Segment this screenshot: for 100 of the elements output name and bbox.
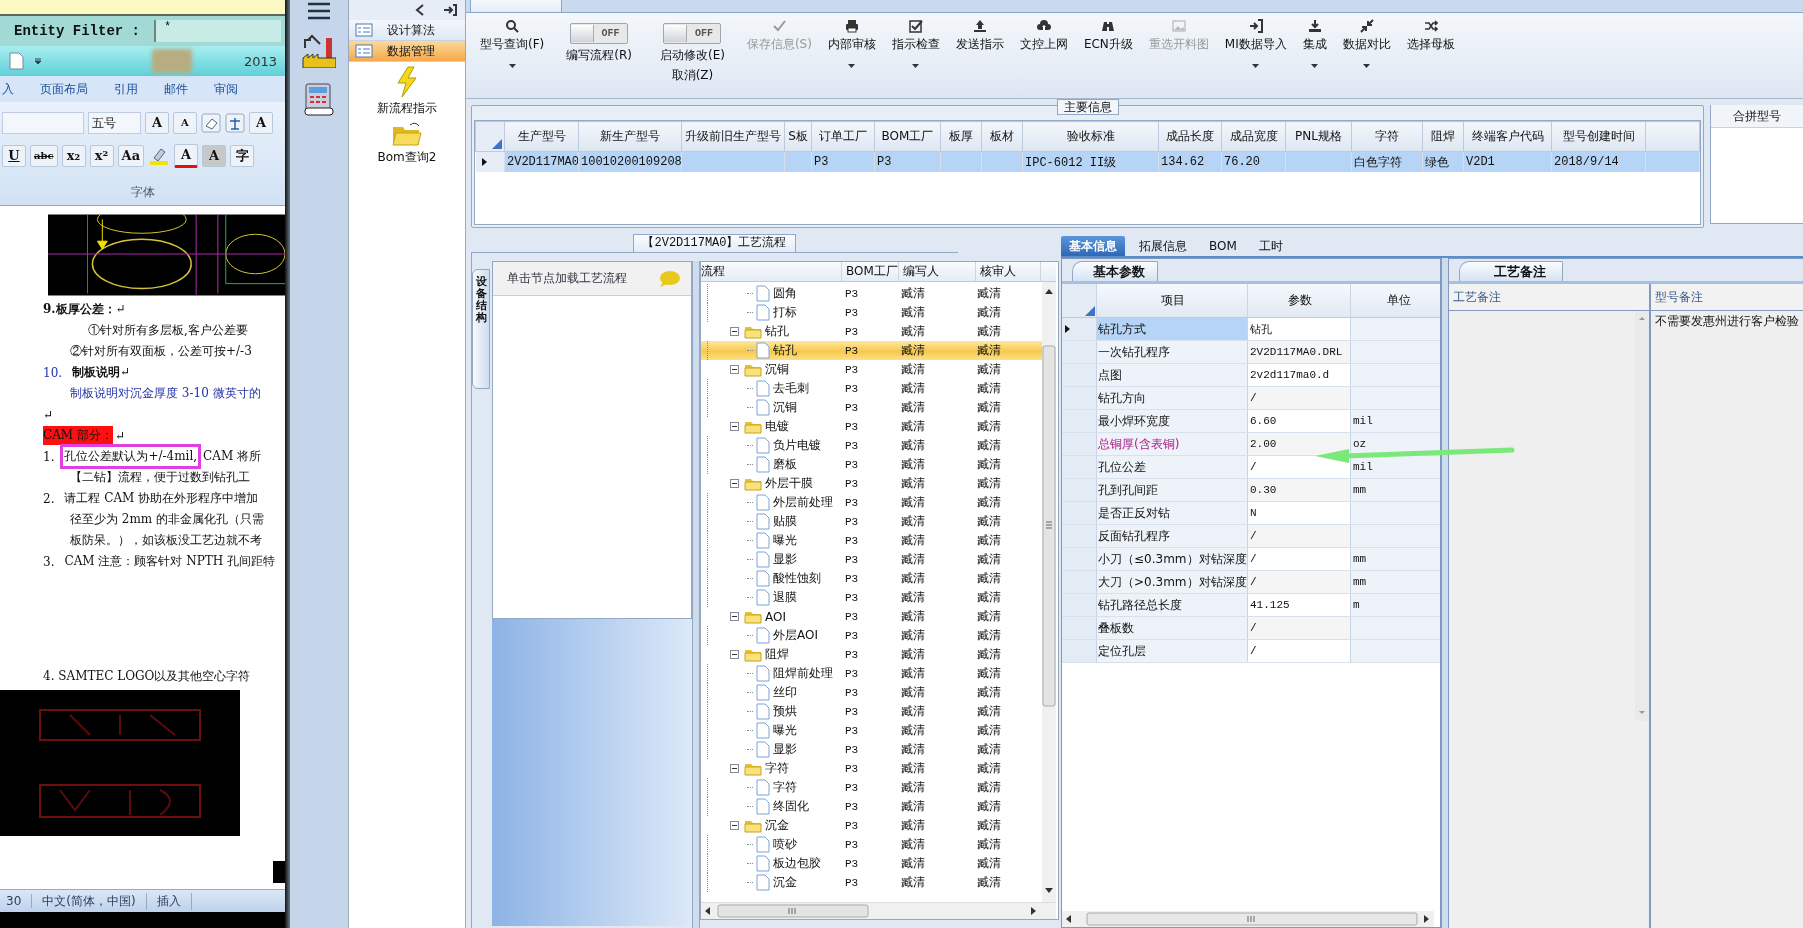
table-row[interactable]: 大刀（>0.3mm）对钻深度 / mm (1062, 571, 1440, 594)
table-row[interactable]: 钻孔方式 钻孔 (1062, 318, 1440, 341)
table-row[interactable]: 反面钻孔程序 / (1062, 525, 1440, 548)
toolbar-button[interactable]: ECN升级 (1083, 17, 1133, 55)
tree-row[interactable]: 显影 P3 臧清 臧清 (701, 550, 1042, 569)
tree-row[interactable]: 打标 P3 臧清 臧清 (701, 303, 1042, 322)
format-button[interactable]: A (173, 112, 197, 134)
tree-row[interactable]: 沉金 P3 臧清 臧清 (701, 873, 1042, 892)
table-row[interactable]: 钻孔方向 / (1062, 387, 1440, 410)
column-header[interactable]: 生产型号 (504, 121, 579, 152)
format-button[interactable]: Aa (117, 145, 145, 167)
format-button[interactable]: A (145, 112, 169, 134)
tree-row[interactable]: 显影 P3 臧清 臧清 (701, 740, 1042, 759)
collapse-icon[interactable] (730, 612, 739, 621)
table-row[interactable]: 定位孔层 / (1062, 640, 1440, 663)
column-header[interactable]: 阻焊 (1422, 121, 1464, 152)
tree-row[interactable]: 沉铜 P3 臧清 臧清 (701, 360, 1042, 379)
vertical-scrollbar[interactable] (1042, 282, 1056, 902)
format-button[interactable]: x² (89, 145, 114, 167)
column-header[interactable]: 参数 (1248, 284, 1351, 317)
column-header[interactable]: 编写人 (899, 262, 976, 281)
collapse-icon[interactable] (730, 422, 739, 431)
column-header[interactable]: BOM工厂 (874, 121, 941, 152)
column-header[interactable]: 终端客户代码 (1463, 121, 1552, 152)
column-header[interactable]: S板 (784, 121, 812, 152)
format-button[interactable]: 字 (230, 145, 255, 167)
tree-row[interactable]: 去毛刺 P3 臧清 臧清 (701, 379, 1042, 398)
format-button[interactable]: A (174, 144, 199, 168)
tree-row[interactable]: 曝光 P3 臧清 臧清 (701, 531, 1042, 550)
nav-item[interactable]: 设计算法 (349, 20, 465, 41)
table-row[interactable]: 孔到孔间距 0.30 mm (1062, 479, 1440, 502)
tab[interactable]: BOM (1201, 236, 1245, 256)
toolbar-button[interactable]: 文控上网 (1019, 17, 1068, 55)
collapse-icon[interactable] (730, 327, 739, 336)
tree-row[interactable]: 圆角 P3 臧清 臧清 (701, 284, 1042, 303)
font-size-field[interactable]: 五号 (88, 112, 141, 134)
column-header[interactable]: 板厚 (940, 121, 982, 152)
table-row[interactable]: 是否正反对钻 N (1062, 502, 1440, 525)
toolbar-button[interactable]: 指示检查 (891, 17, 940, 70)
toolbar-button[interactable]: 数据对比 (1342, 17, 1391, 70)
highlighter-icon[interactable] (148, 146, 171, 166)
ribbon-tab[interactable]: 入 (2, 80, 14, 98)
tree-row[interactable]: 预烘 P3 臧清 臧清 (701, 702, 1042, 721)
format-button[interactable]: A (202, 145, 227, 167)
collapse-icon[interactable] (730, 365, 739, 374)
collapse-icon[interactable] (730, 764, 739, 773)
factory-icon[interactable] (302, 34, 336, 68)
panel-tab[interactable]: 工艺备注 (1459, 261, 1563, 281)
tree-row[interactable]: 磨板 P3 臧清 臧清 (701, 455, 1042, 474)
toolbar-button[interactable]: 发送指示 (955, 17, 1004, 55)
table-row[interactable]: 小刀（≤0.3mm）对钻深度 / mm (1062, 548, 1440, 571)
column-header[interactable]: 流程 (701, 262, 842, 281)
phonetic-icon[interactable] (225, 113, 245, 133)
ribbon-tab[interactable]: 邮件 (164, 80, 188, 98)
horizontal-scrollbar[interactable] (1062, 911, 1434, 927)
column-header[interactable]: 新生产型号 (578, 121, 682, 152)
eraser-icon[interactable] (201, 113, 221, 133)
toggle-switch[interactable]: OFF (570, 23, 629, 44)
toolbar-button[interactable]: 选择母板 (1406, 17, 1455, 55)
column-header[interactable]: 订单工厂 (811, 121, 875, 152)
tree-row[interactable]: 外层干膜 P3 臧清 臧清 (701, 474, 1042, 493)
column-header[interactable]: 板材 (981, 121, 1023, 152)
column-header[interactable]: PNL规格 (1285, 121, 1352, 152)
sign-in-icon[interactable] (443, 4, 457, 16)
column-header[interactable]: 成品长度 (1158, 121, 1222, 152)
tree-row[interactable]: AOI P3 臧清 臧清 (701, 607, 1042, 626)
menu-icon[interactable] (307, 2, 331, 20)
column-header[interactable]: 型号创建时间 (1551, 121, 1646, 152)
column-header[interactable]: 字符 (1351, 121, 1423, 152)
column-header[interactable]: BOM工厂 (842, 262, 899, 281)
toggle-switch[interactable]: OFF (663, 23, 722, 44)
column-header[interactable]: 升级前旧生产型号 (681, 121, 785, 152)
tool-item[interactable]: Bom查询2 (349, 121, 465, 166)
tree-row[interactable]: 退膜 P3 臧清 臧清 (701, 588, 1042, 607)
tool-item[interactable]: 新流程指示 (349, 66, 465, 117)
tree-row[interactable]: 喷砂 P3 臧清 臧清 (701, 835, 1042, 854)
nav-item[interactable]: 数据管理 (349, 41, 465, 62)
tree-row[interactable]: 钻孔 P3 臧清 臧清 (701, 341, 1042, 360)
filter-field[interactable]: * (154, 20, 281, 42)
table-row[interactable]: 孔位公差 / mil (1062, 456, 1440, 479)
format-button[interactable]: U (2, 145, 26, 167)
ribbon-tab[interactable]: 页面布局 (40, 80, 88, 98)
splitter-handle[interactable] (1441, 258, 1449, 928)
font-name-field[interactable] (2, 112, 84, 134)
tab[interactable]: 基本信息 (1061, 236, 1125, 256)
table-row[interactable]: 一次钻孔程序 2V2D117MA0.DRL (1062, 341, 1440, 364)
column-header[interactable]: 核审人 (976, 262, 1041, 281)
tree-row[interactable]: 阻焊前处理 P3 臧清 臧清 (701, 664, 1042, 683)
tree-row[interactable]: 电镀 P3 臧清 臧清 (701, 417, 1042, 436)
calculator-icon[interactable] (303, 82, 335, 116)
splitter-handle[interactable] (692, 261, 700, 928)
collapse-icon[interactable] (730, 821, 739, 830)
toolbar-button[interactable]: MI数据导入 (1224, 17, 1287, 70)
column-header[interactable]: 验收标准 (1022, 121, 1159, 152)
ribbon-tab[interactable]: 引用 (114, 80, 138, 98)
tree-row[interactable]: 曝光 P3 臧清 臧清 (701, 721, 1042, 740)
tree-row[interactable]: 负片电镀 P3 臧清 臧清 (701, 436, 1042, 455)
tree-row[interactable]: 外层前处理 P3 臧清 臧清 (701, 493, 1042, 512)
tree-row[interactable]: 钻孔 P3 臧清 臧清 (701, 322, 1042, 341)
table-row[interactable]: 钻孔路径总长度 41.125 m (1062, 594, 1440, 617)
